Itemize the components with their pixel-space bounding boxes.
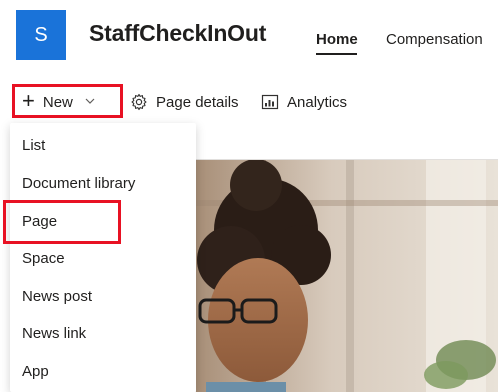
menu-item-list[interactable]: List (10, 127, 196, 163)
nav-home[interactable]: Home (316, 31, 358, 48)
menu-item-news-post[interactable]: News post (10, 278, 196, 314)
site-title[interactable]: StaffCheckInOut (89, 20, 266, 47)
menu-item-space[interactable]: Space (10, 240, 196, 276)
hero-image (196, 160, 498, 392)
site-logo-letter: S (34, 23, 48, 46)
analytics-chart-icon (261, 93, 279, 111)
new-dropdown-menu: List Document library Page Space News po… (10, 123, 196, 392)
analytics-label: Analytics (287, 93, 348, 111)
nav-compensation[interactable]: Compensation (386, 31, 483, 48)
page-details-label: Page details (156, 93, 239, 111)
analytics-button[interactable]: Analytics (261, 86, 347, 118)
site-header: S StaffCheckInOut Home Compensation (0, 0, 498, 76)
gear-icon (130, 93, 148, 111)
highlight-box-new (12, 84, 123, 118)
nav-home-underline (316, 53, 357, 55)
site-logo[interactable]: S (16, 10, 66, 60)
menu-item-news-link[interactable]: News link (10, 315, 196, 351)
highlight-box-page (3, 200, 121, 244)
page-details-button[interactable]: Page details (130, 86, 239, 118)
hero-photo (196, 160, 498, 392)
menu-item-app[interactable]: App (10, 353, 196, 389)
menu-item-document-library[interactable]: Document library (10, 165, 196, 201)
